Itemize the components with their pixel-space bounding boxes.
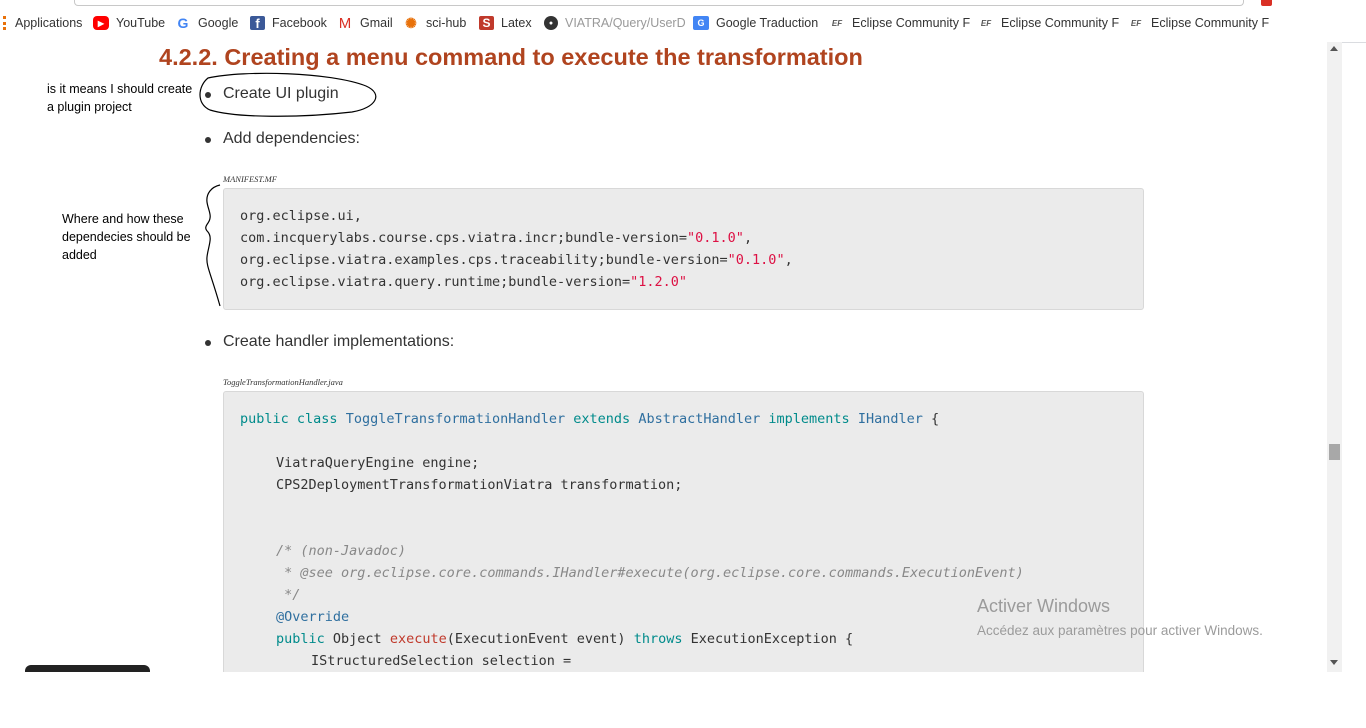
- viatra-icon: ●: [544, 16, 558, 30]
- address-bar[interactable]: [74, 0, 1244, 6]
- page-content: 4.2.2. Creating a menu command to execut…: [0, 42, 1327, 672]
- code-line: org.eclipse.ui,: [240, 208, 362, 224]
- bottom-dark-tab[interactable]: [25, 665, 150, 672]
- google-icon: G: [177, 15, 189, 31]
- scrollbar-thumb[interactable]: [1329, 444, 1340, 460]
- bookmark-eclipse-community-2[interactable]: EF Eclipse Community F: [978, 13, 1119, 33]
- handler-caption: ToggleTransformationHandler.java: [223, 377, 343, 387]
- extension-badge-icon[interactable]: [1261, 0, 1272, 6]
- code-line: CPS2DeploymentTransformationViatra trans…: [276, 477, 683, 493]
- bullet-dot: [205, 92, 211, 98]
- bookmark-applications[interactable]: Applications: [3, 13, 82, 33]
- code-comment: */: [276, 587, 301, 603]
- code-line: org.eclipse.viatra.query.runtime;bundle-…: [240, 274, 688, 290]
- watermark-title: Activer Windows: [977, 596, 1111, 616]
- bookmark-sci-hub[interactable]: ✺ sci-hub: [403, 13, 466, 33]
- code-line: com.incquerylabs.course.cps.viatra.incr;…: [240, 230, 753, 246]
- eclipse-forum-icon: EF: [980, 18, 992, 28]
- gmail-icon: M: [338, 14, 352, 32]
- scroll-down-arrow-icon[interactable]: [1330, 660, 1338, 665]
- vertical-scrollbar[interactable]: [1327, 42, 1342, 672]
- watermark-subtitle: Accédez aux paramètres pour activer Wind…: [977, 623, 1263, 638]
- windows-activation-watermark: Activer Windows Accédez aux paramètres p…: [977, 596, 1263, 638]
- bookmark-gmail[interactable]: M Gmail: [337, 13, 393, 33]
- bullet-text: Create UI plugin: [223, 85, 339, 102]
- bookmark-latex[interactable]: S Latex: [479, 13, 532, 33]
- section-heading: 4.2.2. Creating a menu command to execut…: [159, 44, 863, 70]
- manifest-code-block: org.eclipse.ui, com.incquerylabs.course.…: [223, 188, 1144, 310]
- code-line: org.eclipse.viatra.examples.cps.traceabi…: [240, 252, 793, 268]
- facebook-icon: f: [250, 16, 265, 31]
- bookmark-google-traduction[interactable]: G Google Traduction: [693, 13, 818, 33]
- bookmark-youtube[interactable]: ▶ YouTube: [93, 13, 165, 33]
- annotation-note-plugin: is it means I should create a plugin pro…: [47, 82, 193, 114]
- bullet-dot: [205, 340, 211, 346]
- youtube-icon: ▶: [93, 16, 109, 30]
- eclipse-forum-icon: EF: [831, 18, 843, 28]
- manifest-caption: MANIFEST.MF: [223, 174, 277, 184]
- google-translate-icon: G: [693, 16, 709, 30]
- eclipse-forum-icon: EF: [1130, 18, 1142, 28]
- bookmark-facebook[interactable]: f Facebook: [250, 13, 327, 33]
- code-comment: * @see org.eclipse.core.commands.IHandle…: [276, 565, 1024, 581]
- scroll-up-arrow-icon[interactable]: [1330, 46, 1338, 51]
- code-annotation: @Override: [276, 609, 350, 625]
- latex-icon: S: [479, 16, 494, 30]
- sci-hub-icon: ✺: [405, 14, 417, 31]
- annotation-note-dependencies: Where and how these dependecies should b…: [62, 212, 191, 262]
- bullet-text: Add dependencies:: [223, 130, 360, 147]
- bookmark-google[interactable]: G Google: [175, 13, 239, 33]
- bookmark-eclipse-community-1[interactable]: EF Eclipse Community F: [829, 13, 970, 33]
- bullet-text: Create handler implementations:: [223, 333, 455, 350]
- annotation-brace: [205, 184, 221, 307]
- bookmark-viatra[interactable]: ● VIATRA/Query/UserD: [544, 13, 686, 33]
- code-line: ViatraQueryEngine engine;: [276, 455, 480, 471]
- apps-grid-icon: [3, 16, 6, 30]
- bookmarks-bar: Applications ▶ YouTube G Google f Facebo…: [0, 0, 1366, 43]
- code-comment: /* (non-Javadoc): [276, 543, 407, 559]
- code-line: public class ToggleTransformationHandler…: [240, 411, 940, 427]
- code-line: IStructuredSelection selection =: [311, 653, 572, 669]
- code-line: public Object execute(ExecutionEvent eve…: [276, 631, 854, 647]
- bullet-dot: [205, 137, 211, 143]
- bookmark-eclipse-community-3[interactable]: EF Eclipse Community F: [1128, 13, 1269, 33]
